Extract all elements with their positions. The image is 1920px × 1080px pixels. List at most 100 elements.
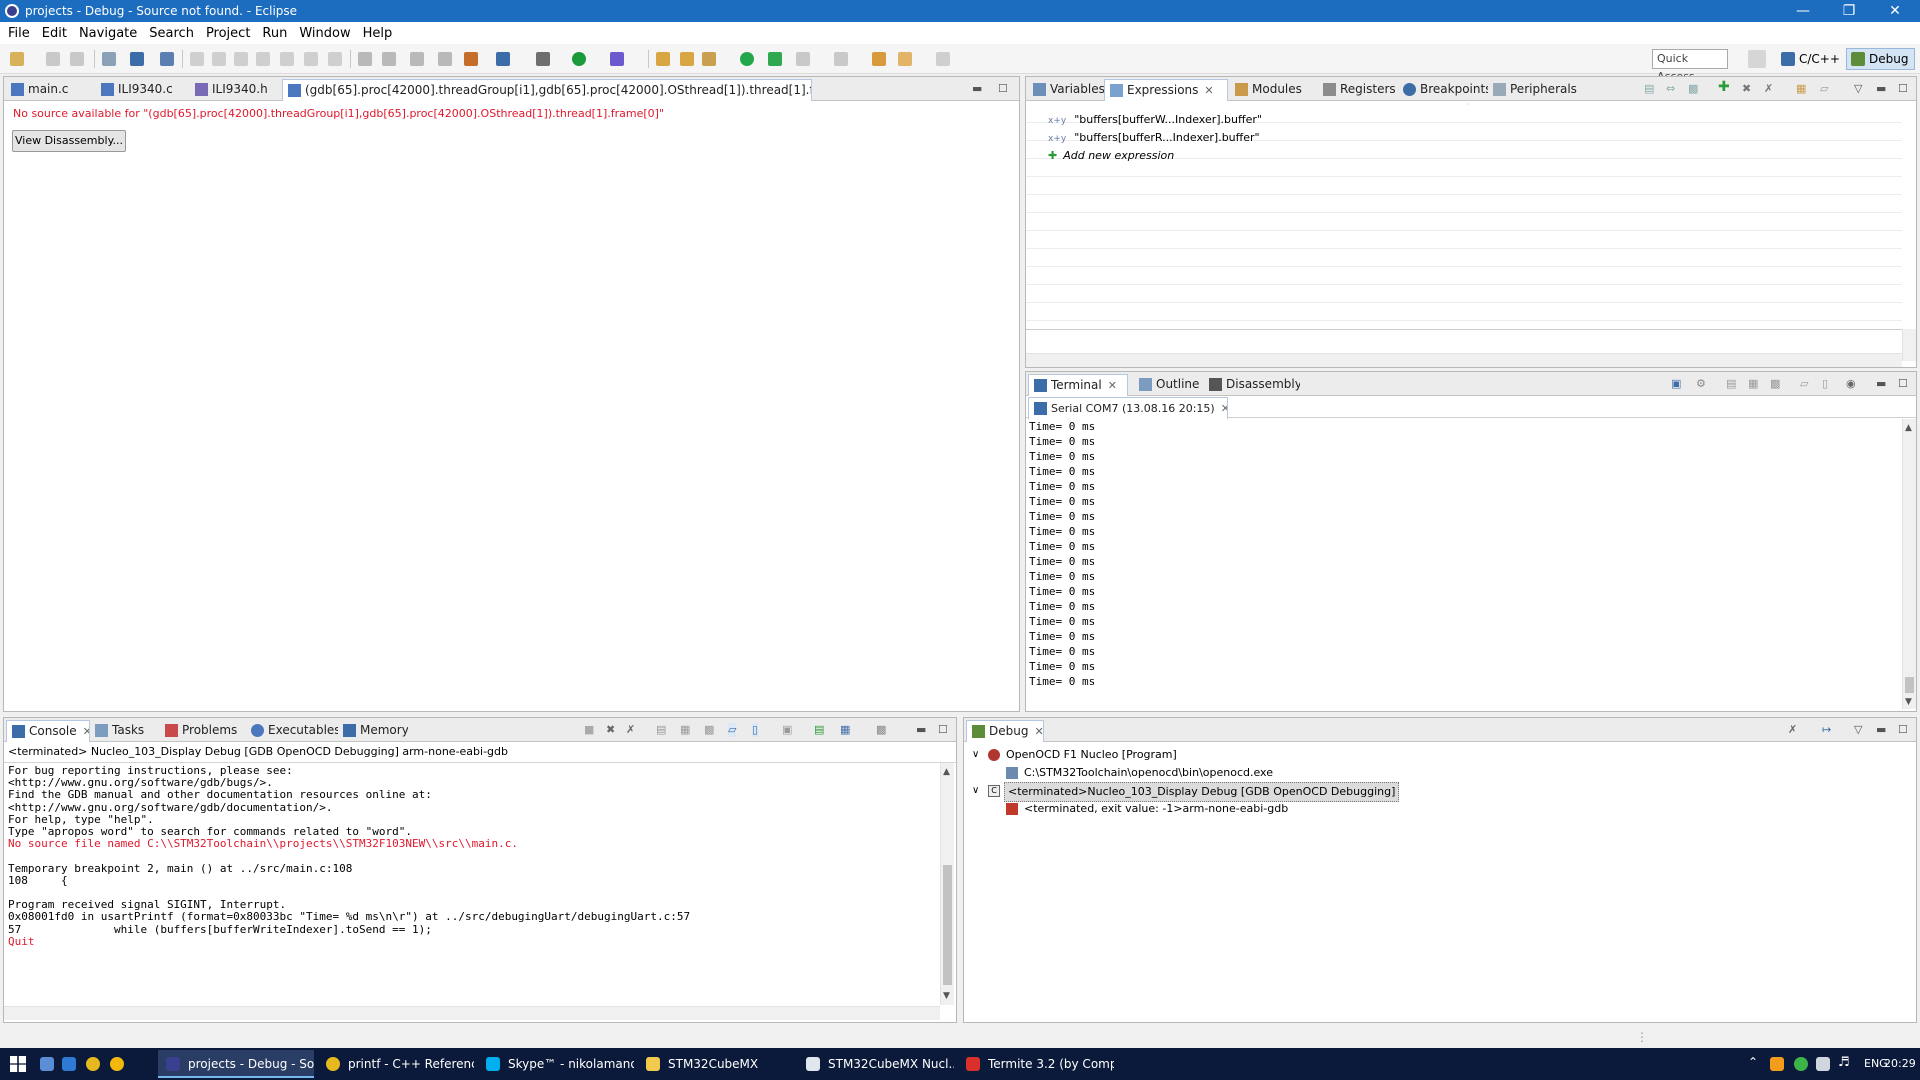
view-menu-icon[interactable]: ▽: [1854, 82, 1862, 96]
tree-node-openocd-exe[interactable]: C:\STM32Toolchain\openocd\bin\openocd.ex…: [972, 764, 1902, 782]
tab-disassembly[interactable]: Disassembly: [1204, 374, 1300, 396]
terminate-console-icon[interactable]: ■: [584, 723, 594, 737]
tab-main-c[interactable]: main.c: [6, 79, 88, 101]
new-view-icon[interactable]: ▦: [1796, 82, 1806, 96]
scroll-thumb[interactable]: [1905, 677, 1914, 693]
add-expression-icon[interactable]: ✚: [1718, 79, 1730, 95]
minimize-view-icon[interactable]: ▬: [1876, 723, 1886, 737]
reset-icon[interactable]: [438, 52, 452, 66]
disconnect-icon[interactable]: [256, 52, 270, 66]
instruction-step-icon[interactable]: [358, 52, 372, 66]
prev-annotation-icon[interactable]: [834, 52, 848, 66]
remove-expression-icon[interactable]: ✖: [1742, 82, 1751, 96]
close-tab-icon[interactable]: ✕: [1034, 725, 1043, 738]
taskbar-item-eclipse[interactable]: projects - Debug - So...: [158, 1050, 314, 1078]
maximize-view-icon[interactable]: ☐: [998, 82, 1008, 96]
volume-icon[interactable]: ♬: [1838, 1055, 1850, 1070]
tab-serial-com7[interactable]: Serial COM7 (13.08.16 20:15) ✕: [1028, 397, 1228, 419]
store-icon[interactable]: [62, 1057, 76, 1071]
minimize-view-icon[interactable]: ▬: [1876, 377, 1886, 391]
terminal-icon[interactable]: [130, 52, 144, 66]
close-button[interactable]: ✕: [1872, 0, 1918, 22]
menu-file[interactable]: File: [4, 26, 38, 41]
layout-icon[interactable]: ▩: [1688, 82, 1698, 96]
forward-icon[interactable]: [936, 52, 950, 66]
skip-breakpoints-icon[interactable]: [160, 52, 174, 66]
tab-ili9340-h[interactable]: ILI9340.h: [190, 79, 280, 101]
next-annotation-icon[interactable]: [796, 52, 810, 66]
tab-debug[interactable]: Debug ✕: [966, 720, 1044, 742]
chrome-icon[interactable]: [86, 1057, 100, 1071]
tab-terminal[interactable]: Terminal ✕: [1028, 374, 1128, 396]
run-icon[interactable]: [572, 52, 586, 66]
select-all-icon[interactable]: ▯: [1822, 377, 1828, 391]
tab-peripherals[interactable]: Peripherals: [1488, 79, 1578, 101]
close-tab-icon[interactable]: ✕: [83, 725, 89, 738]
print-icon[interactable]: [102, 52, 116, 66]
expression-row[interactable]: x+y "buffers[bufferW...Indexer].buffer": [1048, 113, 1262, 126]
step-over-icon[interactable]: [304, 52, 318, 66]
scroll-lock-icon[interactable]: ▦: [680, 723, 690, 737]
new-icon[interactable]: [10, 52, 24, 66]
clear-console-icon[interactable]: ▤: [656, 723, 666, 737]
minimize-view-icon[interactable]: ▬: [916, 723, 926, 737]
search-icon[interactable]: [702, 52, 716, 66]
show-on-output-icon[interactable]: ▱: [728, 723, 737, 737]
scroll-down-icon[interactable]: ▼: [1905, 697, 1912, 707]
view-disassembly-button[interactable]: View Disassembly...: [12, 130, 126, 152]
chevron-down-icon[interactable]: ∨: [972, 782, 979, 800]
tree-node-launch[interactable]: ∨ C <terminated>Nucleo_103_Display Debug…: [972, 782, 1902, 802]
scroll-up-icon[interactable]: ▲: [943, 767, 950, 777]
tray-network-app-icon[interactable]: [1794, 1057, 1808, 1071]
menu-navigate[interactable]: Navigate: [75, 26, 145, 41]
remove-all-icon[interactable]: ✗: [1764, 82, 1773, 96]
scroll-down-icon[interactable]: ▼: [943, 991, 950, 1001]
chevron-down-icon[interactable]: ∨: [972, 746, 979, 764]
step-into-icon[interactable]: [280, 52, 294, 66]
link-icon[interactable]: ⇔: [1666, 82, 1675, 96]
minimize-view-icon[interactable]: ▬: [1876, 82, 1886, 96]
menu-help[interactable]: Help: [359, 26, 401, 41]
debug-stop-icon[interactable]: [768, 52, 782, 66]
menu-run[interactable]: Run: [258, 26, 295, 41]
build-target-icon[interactable]: [496, 52, 510, 66]
display-console-icon[interactable]: ▤: [814, 723, 824, 737]
console-output[interactable]: For bug reporting instructions, please s…: [8, 765, 938, 1005]
tab-ili9340-c[interactable]: ILI9340.c: [96, 79, 182, 101]
show-on-error-icon[interactable]: ▯: [752, 723, 759, 737]
taskbar-item-stm32cubemx-nucleo[interactable]: STM32CubeMX Nucl...: [798, 1050, 954, 1078]
pin-icon[interactable]: ▱: [1820, 82, 1828, 96]
remove-all-terminated-icon[interactable]: ✗: [1788, 723, 1797, 737]
minimize-button[interactable]: —: [1780, 0, 1826, 22]
save-all-icon[interactable]: [70, 52, 84, 66]
step-return-icon[interactable]: [328, 52, 342, 66]
drop-frame-icon[interactable]: [382, 52, 396, 66]
step-mode-icon[interactable]: ↦: [1822, 723, 1831, 737]
console-hscrollbar[interactable]: [4, 1006, 940, 1020]
back-icon[interactable]: [898, 52, 912, 66]
remove-launch-icon[interactable]: ✖: [606, 723, 615, 737]
perspective-debug[interactable]: Debug: [1846, 48, 1916, 70]
menu-project[interactable]: Project: [202, 26, 258, 41]
word-wrap-icon[interactable]: ▩: [704, 723, 714, 737]
terminal-scrollbar[interactable]: ▲ ▼: [1902, 419, 1916, 709]
tab-memory[interactable]: Memory: [338, 720, 408, 742]
open-perspective-icon[interactable]: [1748, 50, 1766, 68]
explorer-icon[interactable]: [40, 1057, 54, 1071]
pin-console-icon[interactable]: ▣: [782, 723, 792, 737]
horizontal-scrollbar[interactable]: [1026, 353, 1902, 367]
tab-breakpoints[interactable]: Breakpoints: [1398, 79, 1488, 101]
tab-outline[interactable]: Outline: [1134, 374, 1204, 396]
use-step-filters-icon[interactable]: [410, 52, 424, 66]
add-new-expression-row[interactable]: ✚ Add new expression: [1048, 149, 1174, 162]
close-tab-icon[interactable]: ✕: [1204, 84, 1213, 97]
tab-variables[interactable]: Variables: [1028, 79, 1104, 101]
scroll-up-icon[interactable]: ▲: [1905, 423, 1912, 433]
tab-problems[interactable]: Problems: [160, 720, 246, 742]
connect-icon[interactable]: [740, 52, 754, 66]
open-terminal-icon[interactable]: ▣: [1671, 377, 1681, 391]
last-edit-icon[interactable]: [872, 52, 886, 66]
paste-icon[interactable]: ▱: [1800, 377, 1808, 391]
tab-modules[interactable]: Modules: [1230, 79, 1318, 101]
column-value[interactable]: Value: [1478, 106, 1511, 120]
